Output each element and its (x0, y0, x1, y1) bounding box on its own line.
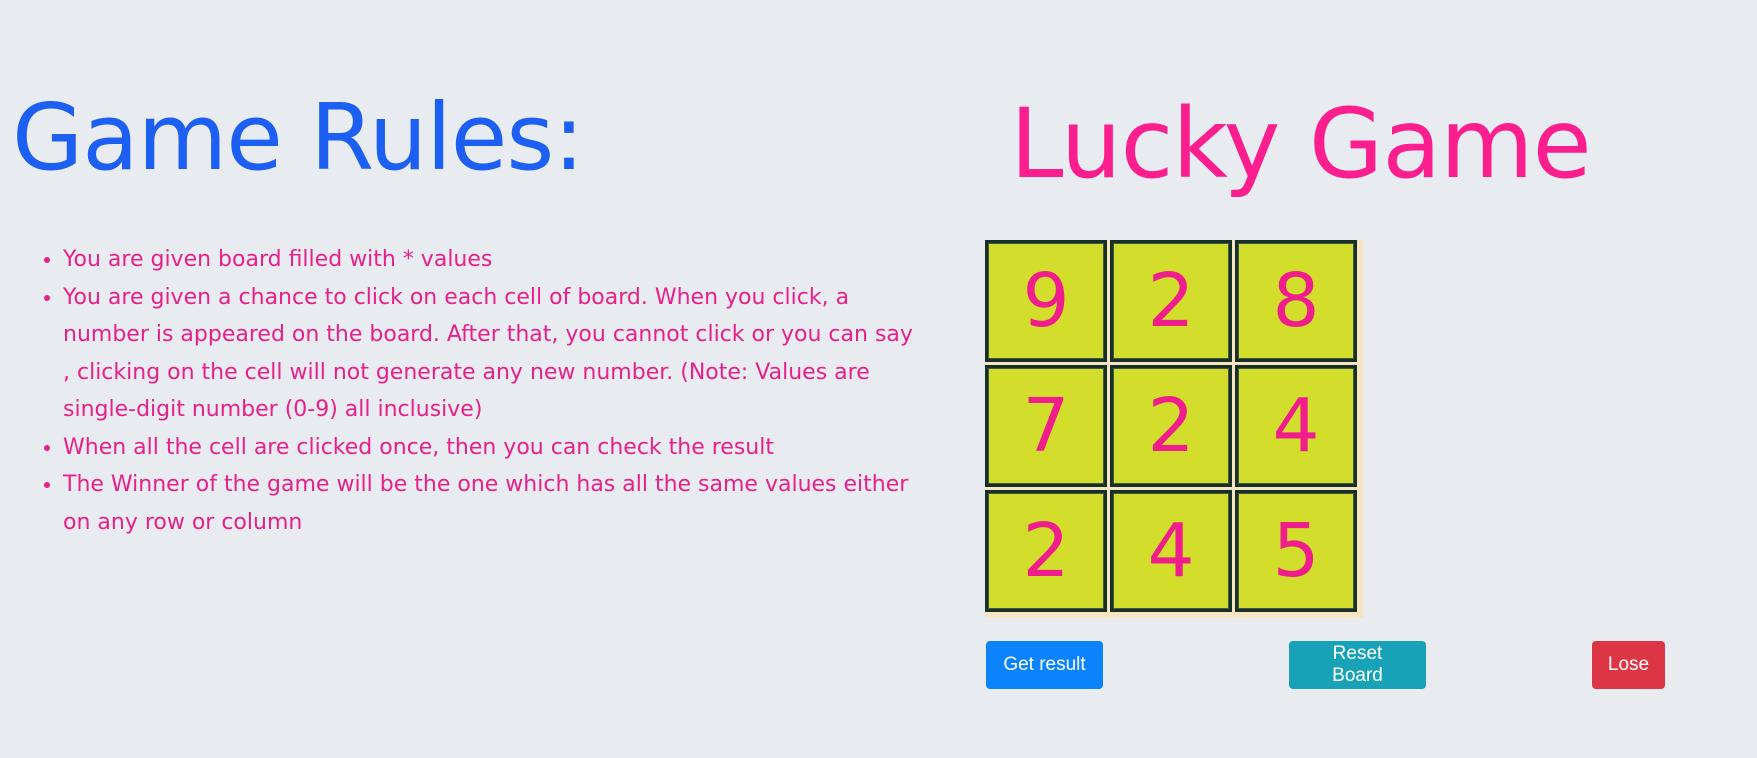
rules-list: You are given board filled with * values… (36, 241, 923, 541)
rule-item: When all the cell are clicked once, then… (63, 429, 923, 467)
get-result-button[interactable]: Get result (986, 641, 1103, 689)
board-cell-r2-c1[interactable]: 7 (985, 365, 1107, 487)
board-cell-r1-c3[interactable]: 8 (1235, 240, 1357, 362)
board-cell-r3-c3[interactable]: 5 (1235, 490, 1357, 612)
lose-button[interactable]: Lose (1592, 641, 1665, 689)
board-cell-r2-c3[interactable]: 4 (1235, 365, 1357, 487)
board-cell-r3-c1[interactable]: 2 (985, 490, 1107, 612)
board-cell-r1-c2[interactable]: 2 (1110, 240, 1232, 362)
board-cell-r3-c2[interactable]: 4 (1110, 490, 1232, 612)
rule-item: You are given board filled with * values (63, 241, 923, 279)
board-cell-r1-c1[interactable]: 9 (985, 240, 1107, 362)
rule-item: The Winner of the game will be the one w… (63, 466, 923, 541)
rules-title: Game Rules: (12, 84, 584, 191)
board-cell-r2-c2[interactable]: 2 (1110, 365, 1232, 487)
game-board: 9 2 8 7 2 4 2 4 5 (985, 240, 1363, 618)
rule-item: You are given a chance to click on each … (63, 279, 923, 429)
reset-board-button[interactable]: Reset Board (1289, 641, 1426, 689)
game-title: Lucky Game (1010, 88, 1592, 200)
